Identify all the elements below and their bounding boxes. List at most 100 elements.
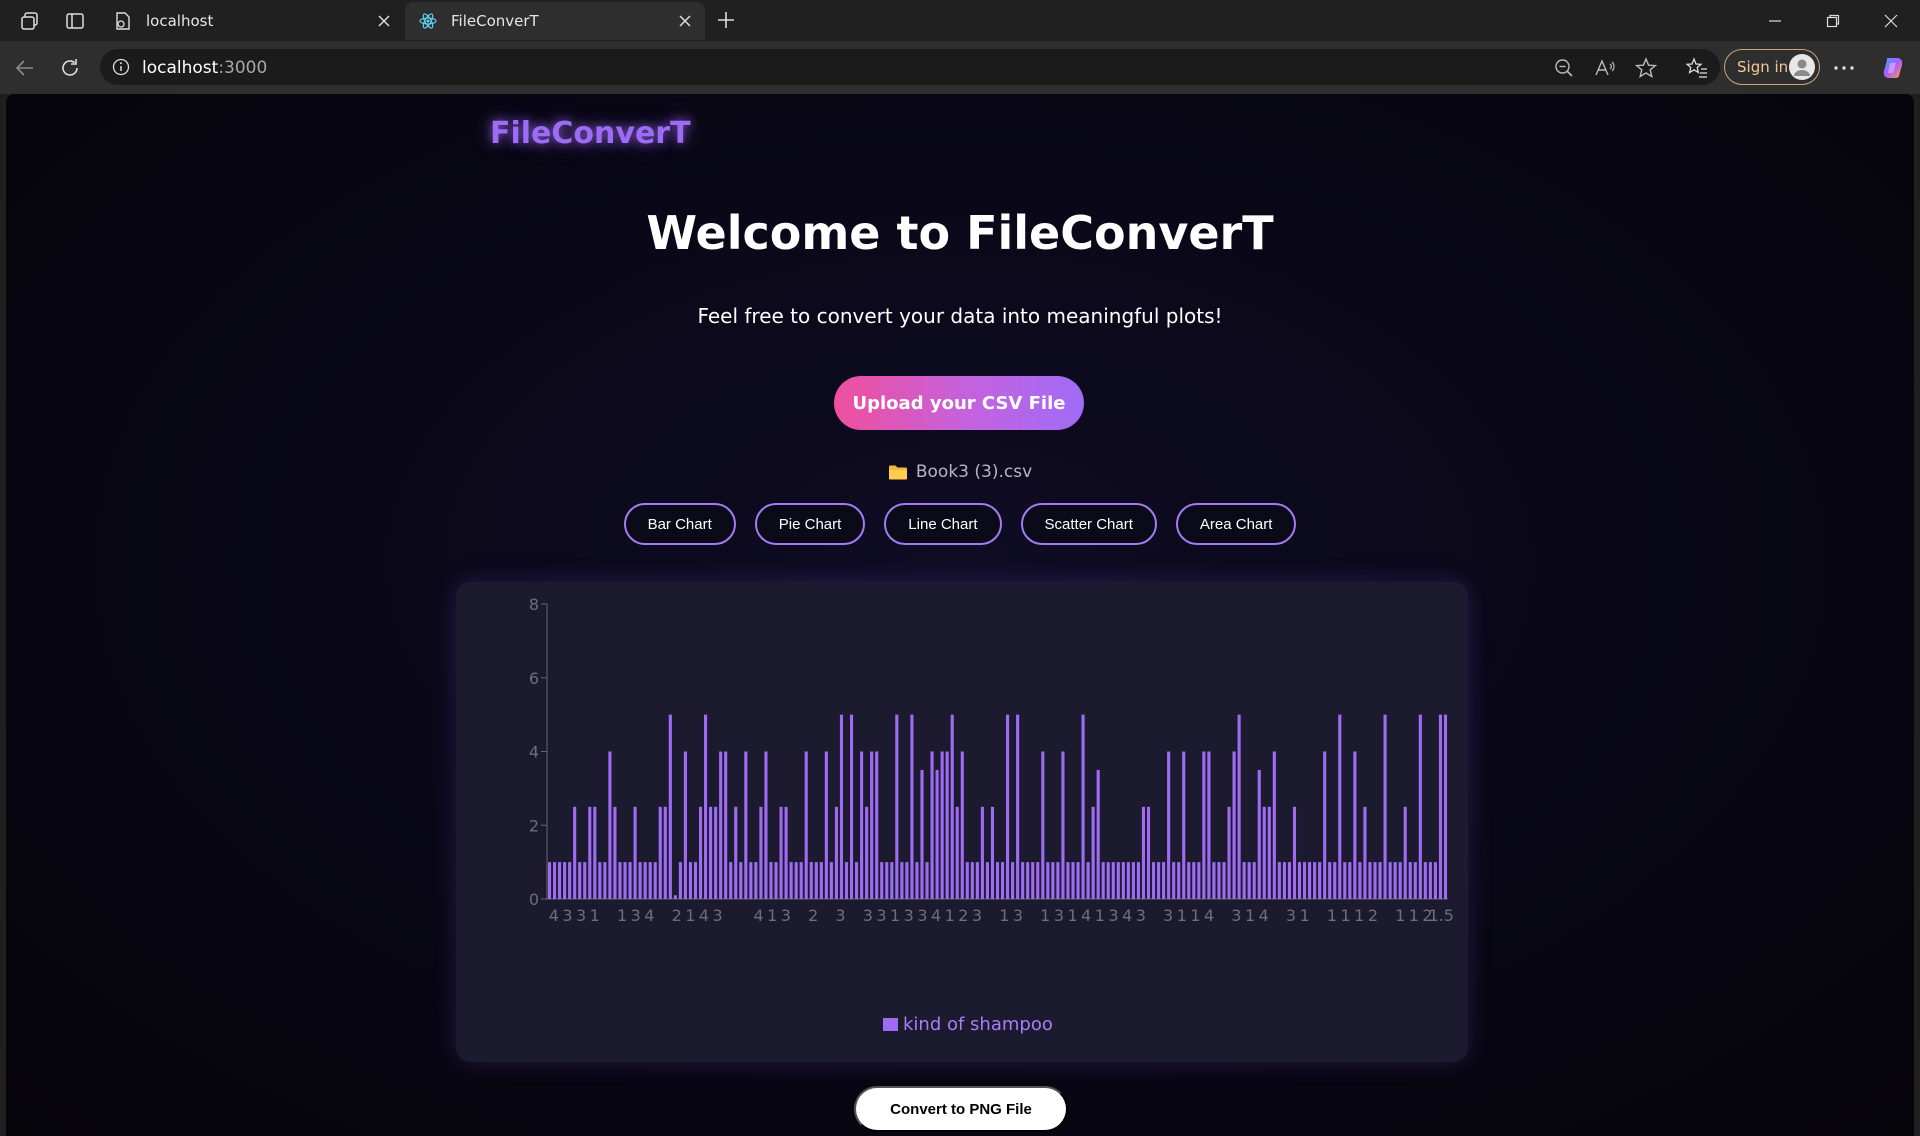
upload-csv-button[interactable]: Upload your CSV File (834, 376, 1084, 430)
bar (603, 862, 607, 899)
bar (824, 751, 828, 899)
site-info-icon[interactable] (112, 58, 130, 76)
bar (1353, 751, 1357, 899)
close-icon (1884, 14, 1898, 27)
close-window-button[interactable] (1862, 0, 1920, 41)
line-chart-button[interactable]: Line Chart (884, 503, 1002, 545)
bar (1338, 714, 1342, 899)
bar (1076, 862, 1080, 899)
bar (1167, 751, 1171, 899)
bar (1222, 862, 1226, 899)
bar (1031, 862, 1035, 899)
bar (724, 751, 728, 899)
bar (1423, 862, 1427, 899)
bar (1418, 714, 1422, 899)
bar (1046, 862, 1050, 899)
bar (623, 862, 627, 899)
copilot-button[interactable] (1878, 53, 1908, 83)
minimize-button[interactable] (1746, 0, 1804, 41)
bar (643, 862, 647, 899)
x-tick-label: 1 (1177, 906, 1187, 925)
bar (749, 862, 753, 899)
restore-button[interactable] (1804, 0, 1862, 41)
minimize-icon (1769, 19, 1781, 22)
x-tick-label: 1.5 (1428, 906, 1453, 925)
convert-to-png-button[interactable]: Convert to PNG File (854, 1086, 1068, 1132)
x-tick-label: 1 (890, 906, 900, 925)
bar (1313, 862, 1317, 899)
brand-logo[interactable]: FileConverT (490, 116, 691, 151)
x-tick-label: 4 (699, 906, 709, 925)
vertical-tabs-icon[interactable] (62, 8, 88, 34)
zoom-out-icon[interactable] (1552, 56, 1576, 80)
bar (1413, 862, 1417, 899)
bar (1323, 751, 1327, 899)
x-tick-label: 1 (617, 906, 627, 925)
back-button[interactable] (10, 53, 40, 83)
x-tick-label: 1 (1300, 906, 1310, 925)
bar (638, 862, 642, 899)
bar (1192, 862, 1196, 899)
tab-fileconvert[interactable]: FileConverT (405, 2, 705, 40)
legend-swatch (883, 1018, 898, 1031)
address-bar[interactable]: localhost:3000 (100, 49, 1720, 85)
bar (1177, 862, 1181, 899)
favorites-button[interactable] (1682, 53, 1712, 83)
bar (1116, 862, 1120, 899)
bar (598, 862, 602, 899)
x-tick-label: 3 (1054, 906, 1064, 925)
bar (673, 895, 677, 899)
bar (1172, 862, 1176, 899)
close-tab-icon[interactable] (374, 11, 394, 31)
bar (1227, 806, 1231, 899)
pie-chart-button[interactable]: Pie Chart (754, 503, 866, 545)
reload-button[interactable] (55, 53, 85, 83)
bar (1202, 751, 1206, 899)
restore-icon (1826, 14, 1840, 27)
bar (663, 806, 667, 899)
bar (1096, 769, 1100, 899)
bar (558, 862, 562, 899)
browser-titlebar: localhost FileConverT (0, 0, 1920, 41)
close-tab-icon[interactable] (675, 11, 695, 31)
more-options-button[interactable] (1829, 53, 1859, 83)
bar (885, 862, 889, 899)
favorite-star-icon[interactable] (1634, 56, 1658, 80)
bar (1252, 862, 1256, 899)
bar (1011, 862, 1015, 899)
x-tick-label: 3 (1108, 906, 1118, 925)
new-tab-button[interactable] (712, 6, 740, 34)
tab-title: localhost (146, 12, 214, 30)
workspaces-icon[interactable] (17, 8, 43, 34)
bar (849, 714, 854, 899)
url-text[interactable]: localhost:3000 (142, 58, 267, 78)
bar (739, 862, 743, 899)
x-tick-label: 1 (590, 906, 600, 925)
bar (1348, 862, 1352, 899)
bar (870, 751, 874, 899)
bar (1343, 862, 1347, 899)
bar (578, 862, 582, 899)
y-tick-label: 4 (529, 743, 539, 762)
bar (1438, 714, 1443, 899)
x-tick-label: 3 (876, 906, 886, 925)
scatter-chart-button[interactable]: Scatter Chart (1020, 503, 1157, 545)
chart-type-selector: Bar Chart Pie Chart Line Chart Scatter C… (6, 503, 1914, 545)
x-tick-label: 1 (1245, 906, 1255, 925)
x-tick-label: 3 (781, 906, 791, 925)
sign-in-button[interactable]: Sign in (1724, 49, 1820, 85)
read-aloud-icon[interactable] (1593, 56, 1617, 80)
bar (1302, 862, 1307, 899)
bar (880, 862, 884, 899)
bar (990, 806, 995, 899)
bar (1197, 862, 1201, 899)
tab-localhost[interactable]: localhost (100, 2, 404, 40)
bar (789, 862, 793, 899)
bar (1368, 862, 1372, 899)
bar-chart-button[interactable]: Bar Chart (623, 503, 736, 545)
bar (1091, 806, 1095, 899)
area-chart-button[interactable]: Area Chart (1175, 503, 1297, 545)
bar (1308, 862, 1312, 899)
y-tick-label: 6 (529, 669, 539, 688)
bar (1292, 806, 1297, 899)
